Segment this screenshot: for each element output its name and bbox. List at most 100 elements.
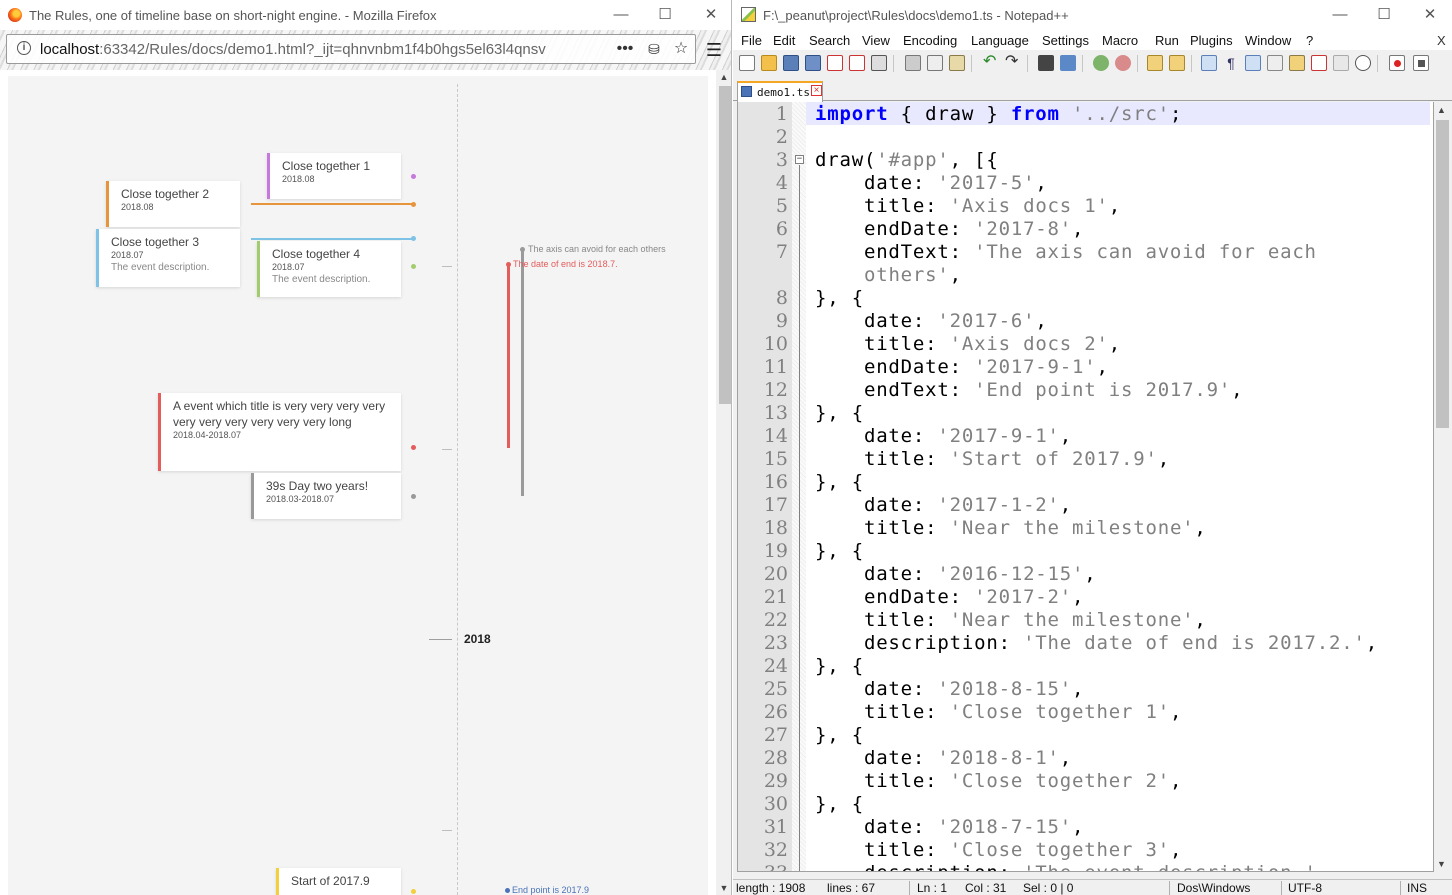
code-line[interactable]: draw('#app', [{ xyxy=(815,149,999,171)
save-all-icon[interactable] xyxy=(805,55,821,71)
close-button[interactable]: ✕ xyxy=(698,4,724,26)
code-line[interactable]: title: 'Close together 1', xyxy=(815,701,1182,723)
pocket-icon[interactable]: ⛁ xyxy=(643,39,665,59)
code-line[interactable]: }, { xyxy=(815,287,864,309)
find-icon[interactable] xyxy=(1038,55,1054,71)
code-line[interactable]: title: 'Axis docs 1', xyxy=(815,195,1121,217)
fold-collapse-icon[interactable]: − xyxy=(795,155,804,164)
event-card-close-together-1[interactable]: Close together 1 2018.08 xyxy=(267,153,401,199)
code-line[interactable]: others', xyxy=(815,264,962,286)
event-dot[interactable] xyxy=(411,236,416,241)
range-bar-red[interactable] xyxy=(507,264,510,448)
event-card-close-together-3[interactable]: Close together 3 2018.07 The event descr… xyxy=(96,229,240,287)
menu-macro[interactable]: Macro xyxy=(1102,33,1138,48)
hamburger-menu-icon[interactable]: ☰ xyxy=(703,39,725,61)
code-line[interactable]: date: '2017-9-1', xyxy=(815,425,1072,447)
code-line[interactable]: title: 'Near the milestone', xyxy=(815,517,1207,539)
range-bar-gray[interactable] xyxy=(521,249,524,496)
menu-search[interactable]: Search xyxy=(809,33,850,48)
code-line[interactable]: date: '2018-8-15', xyxy=(815,678,1084,700)
scrollbar-thumb[interactable] xyxy=(719,86,731,404)
show-all-characters-icon[interactable]: ¶ xyxy=(1223,55,1239,71)
tab-demo1-ts[interactable]: demo1.ts × xyxy=(737,81,823,102)
language-icon[interactable] xyxy=(1267,55,1283,71)
code-editor[interactable]: − 1 import { draw } from '../src'; 2 3 draw(… xyxy=(737,102,1434,872)
scrollbar-thumb[interactable] xyxy=(1436,120,1449,428)
code-line[interactable]: date: '2016-12-15', xyxy=(815,563,1097,585)
folder-workspace-icon[interactable] xyxy=(1333,55,1349,71)
sync-horizontal-icon[interactable] xyxy=(1169,55,1185,71)
event-card-39s-day[interactable]: 39s Day two years! 2018.03-2018.07 xyxy=(251,473,401,519)
site-info-icon[interactable]: i xyxy=(17,41,31,55)
code-line[interactable]: }, { xyxy=(815,793,864,815)
word-wrap-icon[interactable] xyxy=(1201,55,1217,71)
zoom-out-icon[interactable] xyxy=(1115,55,1131,71)
close-all-icon[interactable] xyxy=(849,55,865,71)
tab-close-icon[interactable]: × xyxy=(811,85,822,96)
url-bar[interactable]: i localhost:63342/Rules/docs/demo1.html?… xyxy=(6,34,696,64)
save-icon[interactable] xyxy=(783,55,799,71)
scroll-up-arrow-icon[interactable]: ▲ xyxy=(718,72,730,82)
maximize-button[interactable]: ☐ xyxy=(652,4,678,26)
menu-plugins[interactable]: Plugins xyxy=(1190,33,1233,48)
page-actions-icon[interactable]: ••• xyxy=(614,39,636,59)
code-line[interactable]: endDate: '2017-2', xyxy=(815,586,1084,608)
sync-vertical-icon[interactable] xyxy=(1147,55,1163,71)
close-button[interactable]: ✕ xyxy=(1417,4,1443,26)
scroll-down-arrow-icon[interactable]: ▼ xyxy=(718,883,730,893)
code-line[interactable]: date: '2018-7-15', xyxy=(815,816,1084,838)
monitoring-icon[interactable] xyxy=(1355,55,1371,71)
event-dot[interactable] xyxy=(411,174,416,179)
code-line[interactable]: endText: 'End point is 2017.9', xyxy=(815,379,1243,401)
menu-edit[interactable]: Edit xyxy=(773,33,795,48)
menu-encoding[interactable]: Encoding xyxy=(903,33,957,48)
replace-icon[interactable] xyxy=(1060,55,1076,71)
scroll-down-arrow-icon[interactable]: ▼ xyxy=(1437,859,1446,869)
code-line[interactable]: import { draw } from '../src'; xyxy=(815,103,1182,125)
minimize-button[interactable]: — xyxy=(1327,4,1353,26)
menu-run[interactable]: Run xyxy=(1155,33,1179,48)
event-dot[interactable] xyxy=(411,445,416,450)
code-line[interactable]: }, { xyxy=(815,540,864,562)
undo-icon[interactable]: ↶ xyxy=(983,54,999,71)
print-icon[interactable] xyxy=(871,55,887,71)
event-dot[interactable] xyxy=(411,889,416,894)
menu-help[interactable]: ? xyxy=(1306,33,1313,48)
code-line[interactable]: title: 'Close together 3', xyxy=(815,839,1182,861)
menu-view[interactable]: View xyxy=(862,33,890,48)
code-line[interactable]: date: '2017-6', xyxy=(815,310,1048,332)
menu-file[interactable]: File xyxy=(741,33,762,48)
close-icon[interactable] xyxy=(827,55,843,71)
document-map-icon[interactable] xyxy=(1311,55,1327,71)
editor-scrollbar[interactable]: ▲ ▼ xyxy=(1434,102,1451,872)
function-list-icon[interactable] xyxy=(1289,55,1305,71)
paste-icon[interactable] xyxy=(949,55,965,71)
code-line[interactable]: }, { xyxy=(815,471,864,493)
event-dot[interactable] xyxy=(411,494,416,499)
code-line[interactable]: endDate: '2017-9-1', xyxy=(815,356,1109,378)
minimize-button[interactable]: — xyxy=(608,4,634,26)
event-card-start-2017-9[interactable]: Start of 2017.9 xyxy=(276,868,401,895)
indent-guide-icon[interactable] xyxy=(1245,55,1261,71)
new-file-icon[interactable] xyxy=(739,55,755,71)
code-line[interactable]: title: 'Axis docs 2', xyxy=(815,333,1121,355)
code-line[interactable]: date: '2018-8-1', xyxy=(815,747,1072,769)
event-dot[interactable] xyxy=(411,202,416,207)
open-file-icon[interactable] xyxy=(761,55,777,71)
menu-settings[interactable]: Settings xyxy=(1042,33,1089,48)
menu-window[interactable]: Window xyxy=(1245,33,1291,48)
copy-icon[interactable] xyxy=(927,55,943,71)
bookmark-star-icon[interactable]: ☆ xyxy=(670,39,692,59)
page-scrollbar[interactable]: ▲ ▼ xyxy=(716,70,731,895)
code-line[interactable]: endDate: '2017-8', xyxy=(815,218,1084,240)
code-line[interactable]: date: '2017-1-2', xyxy=(815,494,1072,516)
code-line[interactable]: date: '2017-5', xyxy=(815,172,1048,194)
code-line[interactable]: }, { xyxy=(815,402,864,424)
maximize-button[interactable]: ☐ xyxy=(1371,4,1397,26)
code-line[interactable]: endText: 'The axis can avoid for each xyxy=(815,241,1317,263)
event-card-close-together-2[interactable]: Close together 2 2018.08 xyxy=(106,181,240,227)
event-dot[interactable] xyxy=(411,264,416,269)
menu-language[interactable]: Language xyxy=(971,33,1029,48)
close-document-button[interactable]: X xyxy=(1437,33,1446,48)
scroll-up-arrow-icon[interactable]: ▲ xyxy=(1437,105,1446,115)
